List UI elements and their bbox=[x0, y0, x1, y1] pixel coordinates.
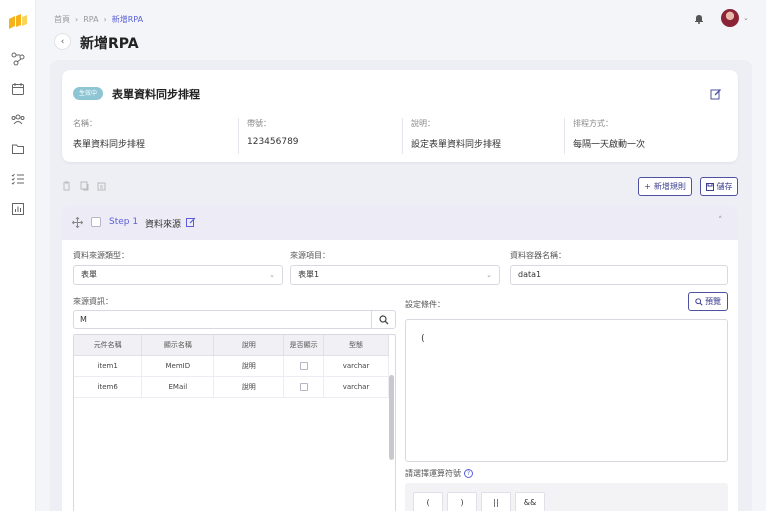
topbar: 首頁 › RPA › 新增RPA ‹ 新增RPA ⌄ bbox=[36, 0, 766, 60]
breadcrumb-separator: › bbox=[75, 15, 79, 24]
chevron-down-icon: ⌄ bbox=[486, 271, 492, 279]
operators-label: 請選擇運算符號 ? bbox=[405, 468, 473, 479]
avatar[interactable] bbox=[721, 9, 739, 27]
column-header[interactable]: 型態 bbox=[323, 335, 389, 356]
folder-icon[interactable] bbox=[11, 142, 25, 156]
info-field-code: 帶號： 123456789 bbox=[238, 118, 408, 154]
card-title: 表單資料同步排程 bbox=[112, 88, 200, 101]
table-row[interactable]: item6 EMail 說明 varchar bbox=[74, 376, 389, 398]
copy-icon[interactable] bbox=[80, 181, 89, 191]
operators-area: ( ) || && bbox=[405, 483, 728, 511]
source-type-select[interactable]: 表單 ⌄ bbox=[73, 265, 283, 285]
source-item-select[interactable]: 表單1 ⌄ bbox=[290, 265, 500, 285]
step-panel: Step 1 資料來源 ˄ 資料來源類型： 表單 ⌄ 來源項目： 表單1 ⌄ 資… bbox=[62, 206, 738, 511]
edit-icon[interactable] bbox=[186, 217, 196, 227]
app-logo-icon[interactable] bbox=[9, 14, 27, 30]
plus-icon: + bbox=[644, 182, 651, 191]
calendar-icon[interactable] bbox=[11, 82, 25, 96]
chart-icon[interactable] bbox=[11, 202, 25, 216]
delete-icon[interactable] bbox=[62, 181, 71, 191]
checklist-icon[interactable] bbox=[11, 172, 25, 186]
operator-button-close-paren[interactable]: ) bbox=[447, 492, 477, 511]
info-field-schedule: 排程方式： 每隔一天啟動一次 bbox=[564, 118, 734, 154]
paste-icon[interactable] bbox=[97, 181, 106, 191]
info-field-description: 說明： 設定表單資料同步排程 bbox=[402, 118, 572, 154]
add-rule-button[interactable]: + 新增規則 bbox=[638, 177, 692, 196]
source-fields-search-input[interactable]: M bbox=[73, 310, 396, 329]
breadcrumb: 首頁 › RPA › 新增RPA bbox=[54, 14, 143, 25]
column-header[interactable]: 元件名稱 bbox=[74, 335, 143, 356]
table-row[interactable]: item1 MemID 說明 varchar bbox=[74, 355, 389, 377]
source-item-label: 來源項目： bbox=[290, 251, 330, 260]
breadcrumb-home[interactable]: 首頁 bbox=[54, 14, 70, 25]
chevron-down-icon: ⌄ bbox=[269, 271, 275, 279]
operator-button-and[interactable]: && bbox=[515, 492, 545, 511]
sidebar bbox=[0, 0, 36, 511]
rpa-info-card: 生效中 表單資料同步排程 名稱： 表單資料同步排程 帶號： 123456789 … bbox=[62, 70, 738, 162]
chevron-up-icon[interactable]: ˄ bbox=[718, 216, 723, 226]
breadcrumb-separator: › bbox=[103, 15, 107, 24]
table-scrollbar[interactable] bbox=[389, 375, 394, 460]
condition-label: 設定條件： bbox=[405, 300, 445, 309]
column-header[interactable]: 顯示名稱 bbox=[141, 335, 215, 356]
info-field-name: 名稱： 表單資料同步排程 bbox=[73, 119, 146, 150]
step-label: Step 1 bbox=[109, 217, 139, 227]
source-type-label: 資料來源類型： bbox=[73, 251, 129, 260]
column-header[interactable]: 是否顯示 bbox=[283, 335, 325, 356]
breadcrumb-current: 新增RPA bbox=[111, 15, 144, 24]
save-icon bbox=[705, 182, 714, 191]
show-checkbox[interactable] bbox=[299, 361, 308, 370]
container-name-label: 資料容器名稱： bbox=[510, 251, 566, 260]
preview-button[interactable]: 預覽 bbox=[688, 292, 728, 311]
users-icon[interactable] bbox=[11, 112, 25, 126]
search-icon bbox=[695, 297, 703, 306]
page-title: 新增RPA bbox=[80, 36, 139, 52]
help-icon[interactable]: ? bbox=[464, 469, 473, 478]
step-header[interactable]: Step 1 資料來源 ˄ bbox=[62, 206, 738, 240]
search-button[interactable] bbox=[371, 311, 395, 328]
breadcrumb-rpa[interactable]: RPA bbox=[83, 15, 98, 24]
edit-icon[interactable] bbox=[710, 88, 722, 100]
fields-table: 元件名稱 顯示名稱 說明 是否顯示 型態 item1 MemID 說明 varc… bbox=[73, 334, 396, 511]
drag-handle-icon[interactable] bbox=[72, 217, 83, 228]
save-button[interactable]: 儲存 bbox=[700, 177, 738, 196]
search-icon bbox=[378, 314, 388, 324]
condition-editor[interactable]: ( bbox=[405, 319, 728, 462]
operator-button-or[interactable]: || bbox=[481, 492, 511, 511]
status-badge: 生效中 bbox=[73, 87, 104, 100]
show-checkbox[interactable] bbox=[299, 382, 308, 391]
operator-button-open-paren[interactable]: ( bbox=[413, 492, 443, 511]
container-name-input[interactable]: data1 bbox=[510, 265, 728, 285]
flow-icon[interactable] bbox=[11, 52, 25, 66]
step-name: 資料來源 bbox=[145, 220, 182, 230]
column-header[interactable]: 說明 bbox=[213, 335, 285, 356]
chevron-down-icon[interactable]: ⌄ bbox=[743, 14, 749, 22]
table-header-row: 元件名稱 顯示名稱 說明 是否顯示 型態 bbox=[74, 335, 389, 356]
step-checkbox[interactable] bbox=[91, 217, 101, 227]
source-fields-label: 來源資訊： bbox=[73, 297, 113, 306]
back-button[interactable]: ‹ bbox=[54, 33, 71, 50]
bell-icon[interactable] bbox=[694, 13, 704, 24]
